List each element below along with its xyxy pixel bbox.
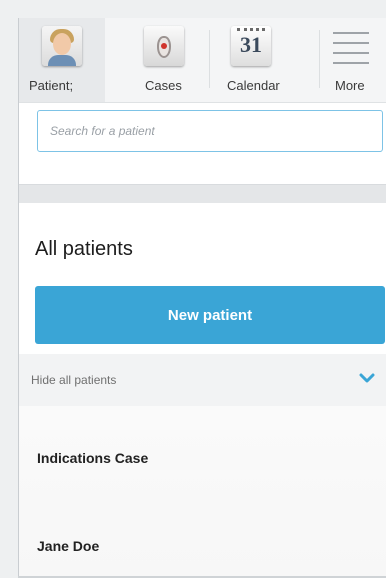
- calendar-icon: 31: [231, 26, 271, 66]
- chevron-down-icon: [359, 373, 375, 383]
- tab-label: More: [335, 78, 365, 93]
- patient-list-item[interactable]: Indications Case: [19, 430, 386, 490]
- patient-list: Indications Case Jane Doe: [19, 406, 386, 578]
- menu-lines-icon: [333, 30, 369, 64]
- tab-more[interactable]: More: [323, 18, 386, 102]
- tab-divider: [209, 30, 210, 88]
- tab-bar: Patient; Cases 31 Calendar More: [19, 18, 386, 103]
- tab-label: Cases: [145, 78, 182, 93]
- patient-list-item[interactable]: Jane Doe: [19, 518, 386, 578]
- search-input[interactable]: [37, 110, 383, 152]
- patient-name: Indications Case: [37, 450, 149, 466]
- patient-photo-icon: [42, 26, 82, 66]
- new-patient-button[interactable]: New patient: [35, 286, 385, 344]
- tab-label: Calendar: [227, 78, 280, 93]
- page-title: All patients: [35, 238, 133, 260]
- tab-calendar[interactable]: 31 Calendar: [215, 18, 313, 102]
- toggle-label: Hide all patients: [31, 373, 117, 387]
- patients-panel: Patient; Cases 31 Calendar More All pati…: [18, 18, 386, 578]
- tab-cases[interactable]: Cases: [111, 18, 201, 102]
- section-divider: [19, 184, 386, 203]
- patient-name: Jane Doe: [37, 538, 100, 554]
- hide-patients-toggle[interactable]: Hide all patients: [19, 354, 386, 406]
- cases-icon: [144, 26, 184, 66]
- calendar-icon-number: 31: [240, 32, 262, 57]
- tab-divider: [319, 30, 320, 88]
- tab-patients[interactable]: Patient;: [19, 18, 105, 102]
- tab-label: Patient;: [29, 78, 74, 93]
